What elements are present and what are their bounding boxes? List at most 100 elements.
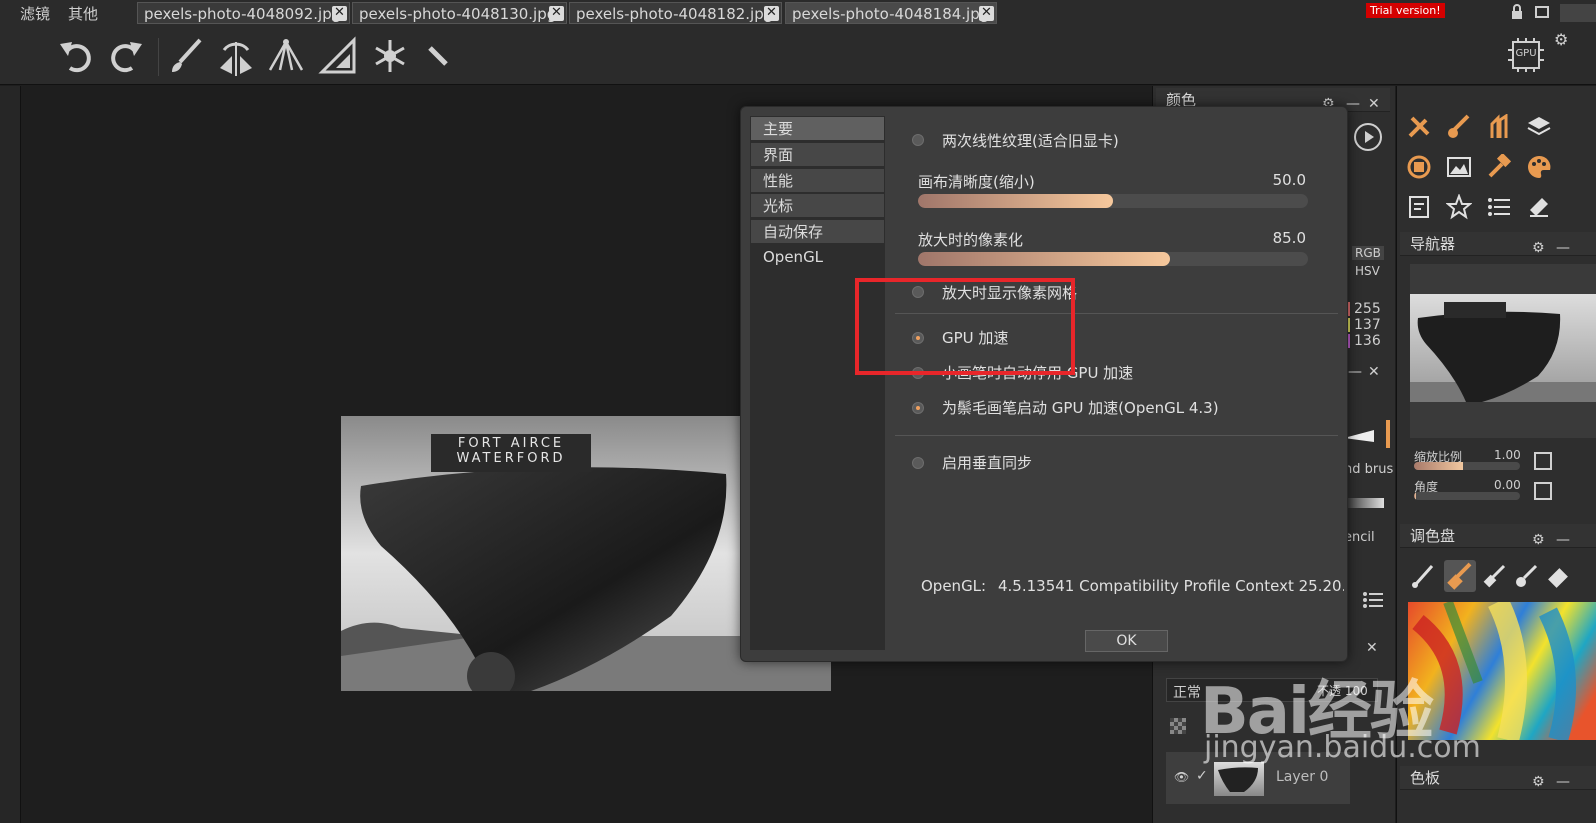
palette-paint-canvas[interactable] bbox=[1408, 602, 1596, 740]
navigator-preview[interactable] bbox=[1410, 264, 1596, 438]
layers-icon[interactable] bbox=[1526, 114, 1552, 140]
fit-screen-icon[interactable] bbox=[1534, 452, 1552, 470]
check-icon[interactable]: ✓ bbox=[1196, 768, 1208, 784]
minimize-icon[interactable]: — bbox=[1346, 92, 1360, 116]
layer-name[interactable]: Layer 0 bbox=[1276, 769, 1328, 785]
red-value[interactable]: 255 bbox=[1354, 301, 1381, 317]
left-tool-strip bbox=[0, 86, 21, 823]
close-icon[interactable]: ✕ bbox=[1368, 92, 1380, 116]
close-icon[interactable]: ✕ bbox=[549, 6, 564, 21]
minimize-icon[interactable]: — bbox=[1556, 236, 1570, 260]
zoom-value[interactable]: 1.00 bbox=[1494, 448, 1521, 462]
perspective-icon[interactable] bbox=[266, 36, 306, 76]
nav-item-performance[interactable]: 性能 bbox=[751, 169, 884, 193]
undo-icon[interactable] bbox=[56, 36, 96, 76]
close-icon[interactable]: ✕ bbox=[1366, 640, 1378, 656]
palette-icon[interactable] bbox=[1526, 154, 1552, 180]
round-brush-icon[interactable] bbox=[1514, 564, 1540, 590]
close-icon[interactable]: ✕ bbox=[1368, 364, 1380, 380]
pixelate-slider[interactable] bbox=[918, 252, 1308, 266]
gear-icon[interactable]: ⚙ bbox=[1532, 528, 1545, 552]
watermark-url: jingyan.baidu.com bbox=[1204, 730, 1481, 765]
fill-brush-icon[interactable] bbox=[1444, 560, 1476, 592]
snowflake-icon[interactable] bbox=[370, 36, 410, 76]
tab-label: pexels-photo-4048092.jpg bbox=[144, 5, 342, 23]
highlight-box bbox=[855, 278, 1075, 375]
hsv-mode-tab[interactable]: HSV bbox=[1355, 264, 1380, 278]
brush-icon[interactable] bbox=[166, 36, 206, 76]
nav-item-opengl[interactable]: OpenGL bbox=[751, 245, 884, 269]
lock-icon[interactable] bbox=[1510, 4, 1524, 20]
trial-badge: Trial version! bbox=[1366, 3, 1445, 18]
angle-value[interactable]: 0.00 bbox=[1494, 478, 1521, 492]
ruler-triangle-icon[interactable] bbox=[318, 36, 358, 76]
blend-mode-value: 正常 bbox=[1173, 685, 1201, 701]
photo-sign-line1: FORT AIRCE bbox=[457, 436, 565, 451]
gear-icon[interactable]: ⚙ bbox=[1532, 770, 1545, 794]
maximize-icon[interactable] bbox=[1535, 6, 1549, 18]
star-icon[interactable] bbox=[1446, 194, 1472, 220]
pencil-name-label[interactable]: encil bbox=[1344, 530, 1375, 545]
tab-label: pexels-photo-4048182.jpg bbox=[576, 5, 774, 23]
brush-name-label[interactable]: nd brus bbox=[1344, 462, 1393, 477]
bilinear-radio[interactable] bbox=[912, 134, 924, 146]
bristle-gpu-radio[interactable] bbox=[912, 402, 924, 414]
nav-item-interface[interactable]: 界面 bbox=[751, 143, 884, 167]
brush-icon[interactable] bbox=[1410, 564, 1436, 590]
close-icon[interactable]: ✕ bbox=[332, 6, 347, 21]
zoom-slider[interactable] bbox=[1414, 462, 1520, 470]
play-icon[interactable] bbox=[1354, 123, 1382, 151]
ruler-icon[interactable] bbox=[420, 36, 460, 76]
minimize-icon[interactable]: — bbox=[1556, 770, 1570, 794]
nav-item-cursor[interactable]: 光标 bbox=[751, 194, 884, 218]
gear-icon[interactable]: ⚙ bbox=[1532, 236, 1545, 260]
ok-button[interactable]: OK bbox=[1085, 630, 1168, 652]
tab-photo-4048092[interactable]: pexels-photo-4048092.jpg ✕ bbox=[137, 2, 350, 24]
tab-label: pexels-photo-4048130.jpg bbox=[359, 5, 557, 23]
eye-icon[interactable]: 👁 bbox=[1174, 770, 1189, 784]
tab-label: pexels-photo-4048184.jpg bbox=[792, 5, 990, 23]
gear-icon[interactable]: ⚙ bbox=[1554, 30, 1568, 49]
menu-filter[interactable]: 滤镜 bbox=[20, 3, 50, 24]
symmetry-icon[interactable] bbox=[216, 36, 256, 76]
eraser-icon[interactable] bbox=[1546, 564, 1572, 590]
canvas-clarity-slider[interactable] bbox=[918, 194, 1308, 208]
stamp-icon[interactable] bbox=[1526, 194, 1552, 220]
tab-photo-4048130[interactable]: pexels-photo-4048130.jpg ✕ bbox=[352, 2, 567, 24]
tools-icon[interactable] bbox=[1406, 114, 1432, 140]
gpu-badge-text: GPU bbox=[1515, 48, 1537, 59]
transparency-lock-icon[interactable] bbox=[1170, 718, 1186, 734]
brush-settings-icon[interactable] bbox=[1446, 114, 1472, 140]
list-view-icon[interactable] bbox=[1362, 590, 1384, 610]
close-icon[interactable]: ✕ bbox=[979, 6, 994, 21]
hammer-icon[interactable] bbox=[1486, 154, 1512, 180]
menu-other[interactable]: 其他 bbox=[68, 3, 98, 24]
flat-brush-icon[interactable] bbox=[1482, 564, 1508, 590]
canvas-clarity-label: 画布清晰度(缩小) bbox=[918, 173, 1035, 191]
vsync-radio[interactable] bbox=[912, 457, 924, 469]
pixelate-value[interactable]: 85.0 bbox=[1268, 229, 1306, 247]
minimize-icon[interactable]: — bbox=[1348, 364, 1362, 380]
angle-slider[interactable] bbox=[1414, 492, 1520, 500]
close-icon[interactable]: ✕ bbox=[764, 6, 779, 21]
tab-photo-4048184[interactable]: pexels-photo-4048184.jpg ✕ bbox=[785, 2, 997, 24]
redo-icon[interactable] bbox=[106, 36, 146, 76]
angle-slider-fill bbox=[1414, 492, 1417, 500]
list-icon[interactable] bbox=[1486, 194, 1512, 220]
brush-stroke-preview[interactable] bbox=[1344, 420, 1390, 448]
image-icon[interactable] bbox=[1446, 154, 1472, 180]
blue-value[interactable]: 136 bbox=[1354, 333, 1381, 349]
brush-set-icon[interactable] bbox=[1486, 114, 1512, 140]
notes-icon[interactable] bbox=[1406, 194, 1432, 220]
actual-size-icon[interactable] bbox=[1534, 482, 1552, 500]
nav-item-main[interactable]: 主要 bbox=[751, 117, 884, 141]
canvas-clarity-value[interactable]: 50.0 bbox=[1268, 171, 1306, 189]
green-value[interactable]: 137 bbox=[1354, 317, 1381, 333]
minimize-icon[interactable]: — bbox=[1556, 528, 1570, 552]
window-control[interactable] bbox=[1560, 4, 1596, 22]
nav-item-autosave[interactable]: 自动保存 bbox=[751, 220, 884, 244]
rgb-mode-tab[interactable]: RGB bbox=[1352, 246, 1384, 260]
color-circle-icon[interactable] bbox=[1406, 154, 1432, 180]
tab-photo-4048182[interactable]: pexels-photo-4048182.jpg ✕ bbox=[569, 2, 782, 24]
zoom-slider-fill bbox=[1414, 462, 1463, 470]
